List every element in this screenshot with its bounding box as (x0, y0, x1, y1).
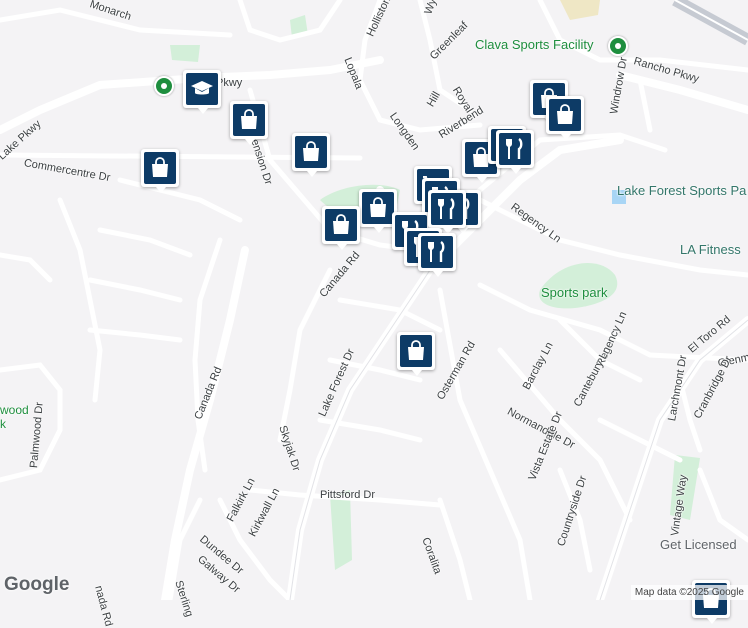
fork-knife-icon (438, 198, 455, 219)
place-label-clava[interactable]: Clava Sports Facility (475, 37, 593, 52)
shopping-marker[interactable] (322, 206, 360, 250)
shopping-bag-icon (152, 157, 168, 177)
place-label-sports-park[interactable]: Sports park (541, 285, 607, 300)
park-pin-icon[interactable] (154, 76, 174, 96)
fork-knife-icon (506, 138, 523, 159)
google-logo: Google (4, 574, 70, 595)
graduation-cap-icon (191, 81, 213, 95)
minor-roads (0, 0, 748, 600)
restaurant-marker[interactable] (496, 130, 534, 174)
restaurant-marker[interactable] (418, 233, 456, 277)
park-label-palmwood: wood (0, 403, 29, 417)
shopping-marker[interactable] (141, 149, 179, 193)
shopping-bag-icon (557, 104, 573, 124)
restaurant-marker[interactable] (428, 190, 466, 234)
park-pin-icon[interactable] (608, 36, 628, 56)
school-marker[interactable] (183, 70, 221, 114)
street-label-pittsford: Pittsford Dr (320, 489, 376, 501)
shopping-marker[interactable] (397, 332, 435, 376)
place-label-lake-forest-sports[interactable]: Lake Forest Sports Pa (617, 183, 746, 198)
highway (672, 0, 748, 46)
shopping-bag-icon (333, 214, 349, 234)
shopping-marker[interactable] (230, 101, 268, 145)
shopping-bag-icon (408, 340, 424, 360)
place-label-get-licensed[interactable]: Get Licensed (660, 537, 737, 552)
shopping-bag-icon (241, 109, 257, 129)
shopping-bag-icon (303, 141, 319, 161)
park-label-palmwood-2: k (0, 417, 6, 431)
fork-knife-icon (428, 241, 445, 262)
place-label-la-fitness[interactable]: LA Fitness (680, 242, 741, 257)
shopping-bag-icon (370, 197, 386, 217)
map-canvas[interactable] (0, 0, 748, 600)
map-attribution[interactable]: Map data ©2025 Google (630, 585, 748, 600)
shopping-marker[interactable] (546, 96, 584, 140)
shopping-marker[interactable] (292, 133, 330, 177)
